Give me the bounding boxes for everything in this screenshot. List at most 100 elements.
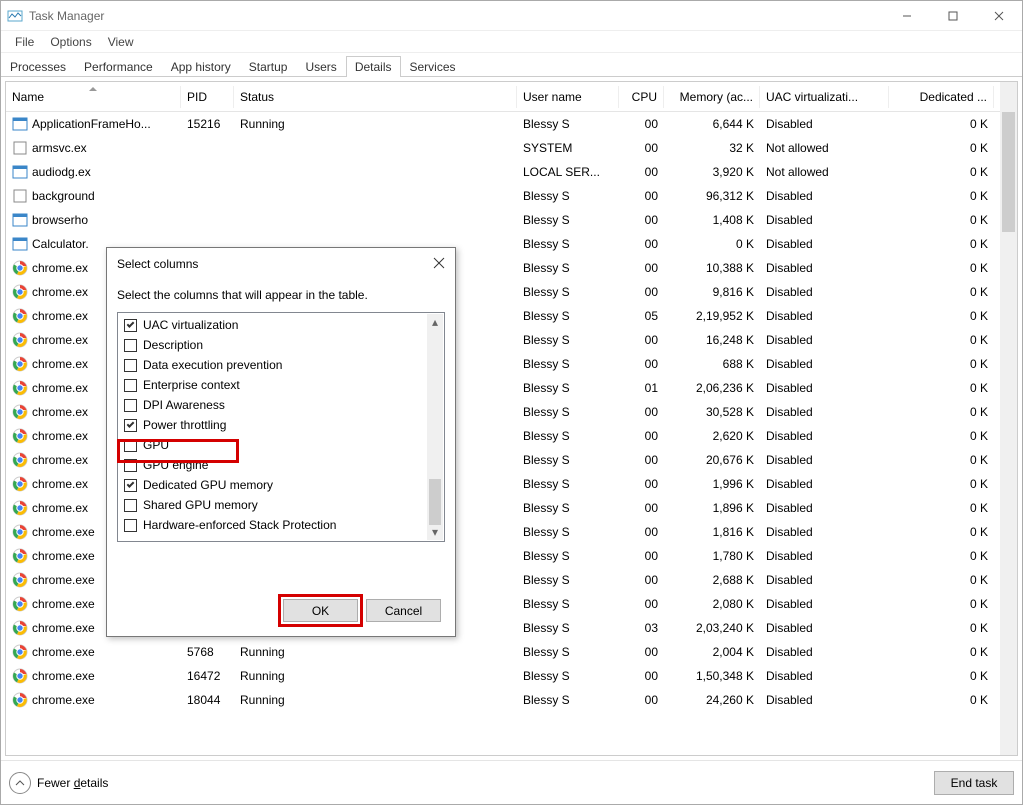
checkbox[interactable] [124, 359, 137, 372]
table-row[interactable]: audiodg.exLOCAL SER...003,920 KNot allow… [6, 160, 1017, 184]
cell-status [234, 218, 517, 222]
process-name: chrome.ex [32, 501, 88, 515]
column-option-label: Enterprise context [143, 378, 240, 392]
ok-button[interactable]: OK [283, 599, 358, 622]
table-row[interactable]: browserhoBlessy S001,408 KDisabled0 K [6, 208, 1017, 232]
menu-file[interactable]: File [7, 33, 42, 51]
table-row[interactable]: ApplicationFrameHo...15216RunningBlessy … [6, 112, 1017, 136]
column-option[interactable]: Shared GPU memory [122, 495, 426, 515]
cell-uac: Not allowed [760, 139, 889, 157]
window-icon [12, 164, 28, 180]
cell-user: Blessy S [517, 403, 619, 421]
dialog-scrollbar[interactable]: ▴ ▾ [427, 314, 443, 540]
cell-uac: Disabled [760, 379, 889, 397]
column-option[interactable]: UAC virtualization [122, 315, 426, 335]
process-name: chrome.exe [32, 621, 95, 635]
tab-details[interactable]: Details [346, 56, 401, 77]
checkbox[interactable] [124, 319, 137, 332]
dialog-close-button[interactable] [433, 257, 445, 272]
tab-users[interactable]: Users [296, 56, 345, 77]
cell-uac: Disabled [760, 667, 889, 685]
end-task-button[interactable]: End task [934, 771, 1014, 795]
cell-uac: Disabled [760, 427, 889, 445]
menu-options[interactable]: Options [42, 33, 99, 51]
checkbox[interactable] [124, 399, 137, 412]
cell-pid: 16472 [181, 667, 234, 685]
footer: Fewer details End task [1, 760, 1022, 804]
column-option[interactable]: Data execution prevention [122, 355, 426, 375]
column-option[interactable]: GPU [122, 435, 426, 455]
scrollbar-thumb[interactable] [1002, 112, 1015, 232]
process-name: chrome.exe [32, 669, 95, 683]
column-option[interactable]: Description [122, 335, 426, 355]
checkbox[interactable] [124, 379, 137, 392]
checkbox[interactable] [124, 439, 137, 452]
cell-uac: Disabled [760, 307, 889, 325]
table-row[interactable]: armsvc.exSYSTEM0032 KNot allowed0 K [6, 136, 1017, 160]
cell-user: Blessy S [517, 667, 619, 685]
dialog-scrollbar-thumb[interactable] [429, 479, 441, 525]
column-header-status[interactable]: Status [234, 86, 517, 108]
column-option[interactable]: GPU engine [122, 455, 426, 475]
tab-app-history[interactable]: App history [162, 56, 240, 77]
column-header-mem[interactable]: Memory (ac... [664, 86, 760, 108]
process-name: chrome.ex [32, 381, 88, 395]
cell-dgpu: 0 K [889, 691, 994, 709]
minimize-button[interactable] [884, 1, 930, 31]
column-option[interactable]: Power throttling [122, 415, 426, 435]
table-row[interactable]: chrome.exe5768RunningBlessy S002,004 KDi… [6, 640, 1017, 664]
column-header-cpu[interactable]: CPU [619, 86, 664, 108]
fewer-details-button[interactable]: Fewer details [9, 772, 108, 794]
chrome-icon [12, 308, 28, 324]
tab-processes[interactable]: Processes [1, 56, 75, 77]
checkbox[interactable] [124, 459, 137, 472]
cell-mem: 688 K [664, 355, 760, 373]
checkbox[interactable] [124, 419, 137, 432]
column-option[interactable]: Dedicated GPU memory [122, 475, 426, 495]
column-option[interactable]: DPI Awareness [122, 395, 426, 415]
column-header-pid[interactable]: PID [181, 86, 234, 108]
table-row[interactable]: chrome.exe18044RunningBlessy S0024,260 K… [6, 688, 1017, 712]
app-icon [12, 188, 28, 204]
vertical-scrollbar[interactable] [1000, 82, 1017, 755]
column-header-dgpu[interactable]: Dedicated ... [889, 86, 994, 108]
column-option[interactable]: Hardware-enforced Stack Protection [122, 515, 426, 535]
checkbox[interactable] [124, 499, 137, 512]
tab-startup[interactable]: Startup [240, 56, 297, 77]
cell-cpu: 00 [619, 355, 664, 373]
cell-uac: Disabled [760, 619, 889, 637]
cell-status [234, 170, 517, 174]
table-row[interactable]: backgroundBlessy S0096,312 KDisabled0 K [6, 184, 1017, 208]
cell-dgpu: 0 K [889, 523, 994, 541]
cell-mem: 1,408 K [664, 211, 760, 229]
column-header-name[interactable]: Name [6, 86, 181, 108]
table-row[interactable]: chrome.exe16472RunningBlessy S001,50,348… [6, 664, 1017, 688]
chrome-icon [12, 284, 28, 300]
cell-user: Blessy S [517, 547, 619, 565]
cell-mem: 10,388 K [664, 259, 760, 277]
checkbox[interactable] [124, 339, 137, 352]
cell-user: Blessy S [517, 379, 619, 397]
tab-services[interactable]: Services [401, 56, 465, 77]
menu-view[interactable]: View [100, 33, 142, 51]
checkbox[interactable] [124, 519, 137, 532]
column-header-user[interactable]: User name [517, 86, 619, 108]
scroll-down-icon[interactable]: ▾ [427, 524, 443, 540]
cell-name: chrome.exe [6, 690, 181, 710]
cell-user: Blessy S [517, 115, 619, 133]
close-button[interactable] [976, 1, 1022, 31]
cancel-button[interactable]: Cancel [366, 599, 441, 622]
scroll-up-icon[interactable]: ▴ [427, 314, 443, 330]
cell-dgpu: 0 K [889, 643, 994, 661]
column-option[interactable]: Enterprise context [122, 375, 426, 395]
cell-uac: Disabled [760, 355, 889, 373]
column-header-uac[interactable]: UAC virtualizati... [760, 86, 889, 108]
checkbox[interactable] [124, 479, 137, 492]
cell-mem: 0 K [664, 235, 760, 253]
cell-cpu: 00 [619, 571, 664, 589]
cell-dgpu: 0 K [889, 331, 994, 349]
tab-performance[interactable]: Performance [75, 56, 162, 77]
cell-user: SYSTEM [517, 139, 619, 157]
columns-listbox[interactable]: UAC virtualizationDescriptionData execut… [117, 312, 445, 542]
maximize-button[interactable] [930, 1, 976, 31]
